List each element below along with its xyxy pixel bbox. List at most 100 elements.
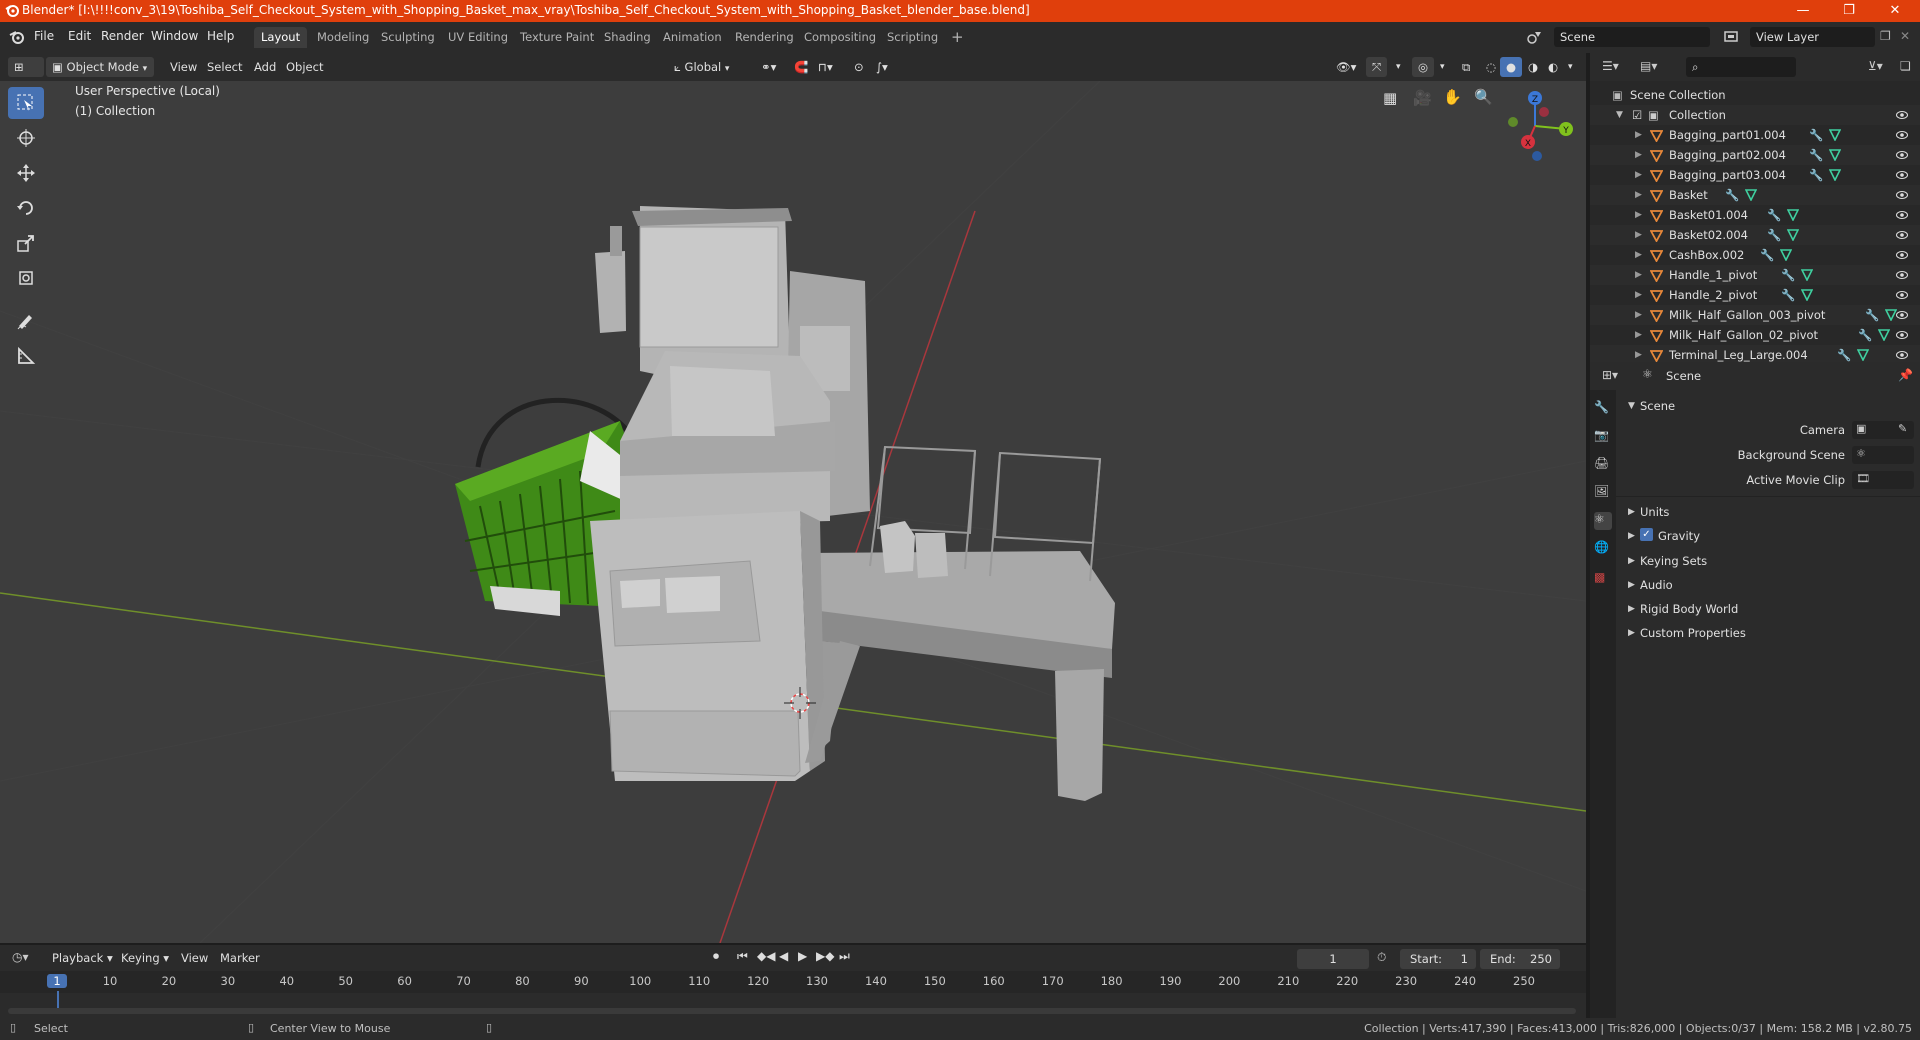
- scene-field[interactable]: Scene: [1554, 27, 1710, 47]
- playback-menu[interactable]: Playback ▾: [46, 948, 119, 968]
- custom-properties-section[interactable]: Custom Properties: [1640, 626, 1746, 640]
- tab-sculpting[interactable]: Sculpting: [374, 27, 442, 48]
- expand-arrow-icon[interactable]: ▶: [1635, 245, 1642, 265]
- chevron-down-icon[interactable]: ▾: [1390, 57, 1407, 77]
- modifier-wrench-icon[interactable]: 🔧: [1767, 225, 1781, 245]
- output-tab-icon[interactable]: 🖨: [1594, 456, 1612, 474]
- end-frame-field[interactable]: End: 250: [1480, 949, 1560, 969]
- scene-panel-title[interactable]: Scene: [1640, 399, 1675, 413]
- tab-shading[interactable]: Shading: [597, 27, 658, 48]
- eye-icon[interactable]: [1896, 269, 1908, 281]
- shading-options-icon[interactable]: ▾: [1562, 57, 1579, 77]
- scene-selector-icon[interactable]: [1526, 29, 1544, 45]
- snap-icon[interactable]: 🧲: [788, 57, 814, 77]
- editor-type-icon[interactable]: ⊞: [8, 57, 44, 77]
- xray-toggle-icon[interactable]: ⧉: [1456, 57, 1476, 77]
- tool-tab-icon[interactable]: 🔧: [1594, 400, 1612, 418]
- add-workspace-icon[interactable]: +: [944, 27, 971, 48]
- eye-icon[interactable]: [1896, 349, 1908, 361]
- active-movie-clip-field[interactable]: 🎞: [1852, 471, 1914, 489]
- play-reverse-icon[interactable]: ◀: [779, 949, 788, 963]
- eye-icon[interactable]: [1896, 149, 1908, 161]
- modifier-wrench-icon[interactable]: 🔧: [1725, 185, 1739, 205]
- add-menu[interactable]: Add: [248, 57, 282, 77]
- expand-arrow-icon[interactable]: ▶: [1635, 325, 1642, 345]
- marker-menu[interactable]: Marker: [214, 948, 266, 968]
- outliner-item[interactable]: ▶ Basket01.004 🔧: [1590, 205, 1920, 225]
- custom-properties-arrow-icon[interactable]: ▶: [1628, 628, 1635, 638]
- mesh-data-icon[interactable]: [1829, 129, 1841, 141]
- menu-help[interactable]: Help: [207, 29, 234, 43]
- outliner-item[interactable]: ▶ Bagging_part02.004 🔧: [1590, 145, 1920, 165]
- eye-icon[interactable]: [1896, 109, 1908, 121]
- expand-arrow-icon[interactable]: ▶: [1635, 285, 1642, 305]
- view-layer-field[interactable]: View Layer: [1750, 27, 1875, 47]
- view-menu[interactable]: View: [164, 57, 203, 77]
- texture-tab-icon[interactable]: ▩: [1594, 570, 1612, 588]
- move-tool[interactable]: [8, 157, 44, 189]
- expand-arrow-icon[interactable]: ▶: [1635, 265, 1642, 285]
- tab-uv-editing[interactable]: UV Editing: [441, 27, 515, 48]
- mesh-data-icon[interactable]: [1787, 209, 1799, 221]
- expand-arrow-icon[interactable]: ▶: [1635, 185, 1642, 205]
- rendered-shading-icon[interactable]: ◐: [1542, 57, 1564, 77]
- mesh-data-icon[interactable]: [1857, 349, 1869, 361]
- mode-dropdown[interactable]: ▣ Object Mode ▾: [46, 57, 154, 77]
- outliner-item[interactable]: ▶ Bagging_part01.004 🔧: [1590, 125, 1920, 145]
- tab-layout[interactable]: Layout: [254, 27, 308, 48]
- audio-section[interactable]: Audio: [1640, 578, 1673, 592]
- remove-view-layer-icon[interactable]: ✕: [1900, 29, 1910, 43]
- pin-icon[interactable]: 📌: [1898, 368, 1913, 382]
- outliner-search-input[interactable]: ⌕: [1686, 57, 1796, 77]
- pan-hand-icon[interactable]: ✋: [1443, 88, 1462, 106]
- rigid-body-world-section[interactable]: Rigid Body World: [1640, 602, 1738, 616]
- eye-icon[interactable]: [1896, 329, 1908, 341]
- tab-texture-paint[interactable]: Texture Paint: [513, 27, 601, 48]
- start-frame-field[interactable]: Start: 1: [1400, 949, 1476, 969]
- eyedropper-icon[interactable]: ✎: [1898, 422, 1907, 435]
- cursor-tool[interactable]: [8, 122, 44, 154]
- chevron-down-icon[interactable]: ▾: [1434, 57, 1451, 77]
- scene-panel-arrow-icon[interactable]: ▼: [1628, 401, 1635, 411]
- new-view-layer-icon[interactable]: ❐: [1880, 29, 1891, 43]
- transform-tool[interactable]: [8, 262, 44, 294]
- outliner-item[interactable]: ▶ Milk_Half_Gallon_02_pivot 🔧: [1590, 325, 1920, 345]
- mesh-data-icon[interactable]: [1801, 269, 1813, 281]
- tab-modeling[interactable]: Modeling: [310, 27, 376, 48]
- minimize-button[interactable]: —: [1780, 0, 1826, 22]
- modifier-wrench-icon[interactable]: 🔧: [1809, 165, 1823, 185]
- grid-view-icon[interactable]: ▦: [1383, 89, 1397, 107]
- tab-compositing[interactable]: Compositing: [797, 27, 883, 48]
- blender-menu-icon[interactable]: [9, 30, 25, 44]
- timeline-scrollbar[interactable]: [8, 1008, 1576, 1014]
- outliner-item[interactable]: ▶ Handle_1_pivot 🔧: [1590, 265, 1920, 285]
- modifier-wrench-icon[interactable]: 🔧: [1809, 125, 1823, 145]
- background-scene-field[interactable]: ⚛: [1852, 446, 1914, 464]
- scale-tool[interactable]: [8, 227, 44, 259]
- eye-icon[interactable]: [1896, 249, 1908, 261]
- mesh-data-icon[interactable]: [1787, 229, 1799, 241]
- timeline-view-menu[interactable]: View: [175, 948, 214, 968]
- timeline-editor-type-icon[interactable]: ◷▾: [12, 950, 29, 964]
- object-menu[interactable]: Object: [280, 57, 329, 77]
- menu-render[interactable]: Render: [101, 29, 144, 43]
- eye-icon[interactable]: [1896, 229, 1908, 241]
- gravity-checkbox[interactable]: ✓: [1640, 528, 1653, 541]
- gizmo-toggle-icon[interactable]: ⤧: [1366, 57, 1388, 77]
- expand-arrow-icon[interactable]: ▶: [1635, 205, 1642, 225]
- modifier-wrench-icon[interactable]: 🔧: [1760, 245, 1774, 265]
- record-icon[interactable]: ⏺: [713, 949, 719, 964]
- modifier-wrench-icon[interactable]: 🔧: [1865, 305, 1879, 325]
- outliner-item[interactable]: ▶ Handle_2_pivot 🔧: [1590, 285, 1920, 305]
- next-keyframe-icon[interactable]: ▶◆: [816, 949, 834, 963]
- filter-icon[interactable]: ⊻▾: [1868, 59, 1883, 73]
- modifier-wrench-icon[interactable]: 🔧: [1809, 145, 1823, 165]
- keying-menu[interactable]: Keying ▾: [115, 948, 175, 968]
- solid-shading-icon[interactable]: ●: [1500, 57, 1523, 77]
- mesh-data-icon[interactable]: [1780, 249, 1792, 261]
- expand-arrow-icon[interactable]: ▶: [1635, 305, 1642, 325]
- menu-edit[interactable]: Edit: [68, 29, 91, 43]
- wireframe-shading-icon[interactable]: ◌: [1480, 57, 1502, 77]
- view-layer-tab-icon[interactable]: 🖼: [1594, 484, 1612, 502]
- eye-icon[interactable]: [1896, 289, 1908, 301]
